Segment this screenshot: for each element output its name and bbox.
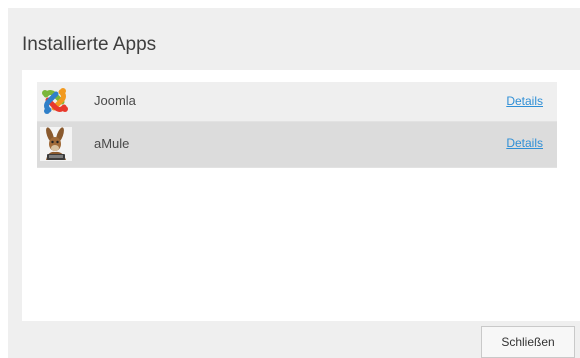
app-row-amule[interactable]: aMule Details <box>37 122 557 168</box>
installed-apps-dialog: Installierte Apps Joomla Details aMule D… <box>8 8 580 358</box>
details-link-joomla[interactable]: Details <box>506 94 543 108</box>
amule-mule-icon <box>40 127 72 161</box>
app-row-joomla[interactable]: Joomla Details <box>37 82 557 122</box>
close-button[interactable]: Schließen <box>481 326 575 358</box>
dialog-title: Installierte Apps <box>22 34 157 55</box>
app-name: aMule <box>94 136 130 151</box>
app-list-panel: Joomla Details aMule Details <box>22 70 580 321</box>
joomla-logo-icon <box>40 86 70 116</box>
app-name: Joomla <box>94 93 136 108</box>
details-link-amule[interactable]: Details <box>506 136 543 150</box>
app-list: Joomla Details aMule Details <box>37 82 557 168</box>
